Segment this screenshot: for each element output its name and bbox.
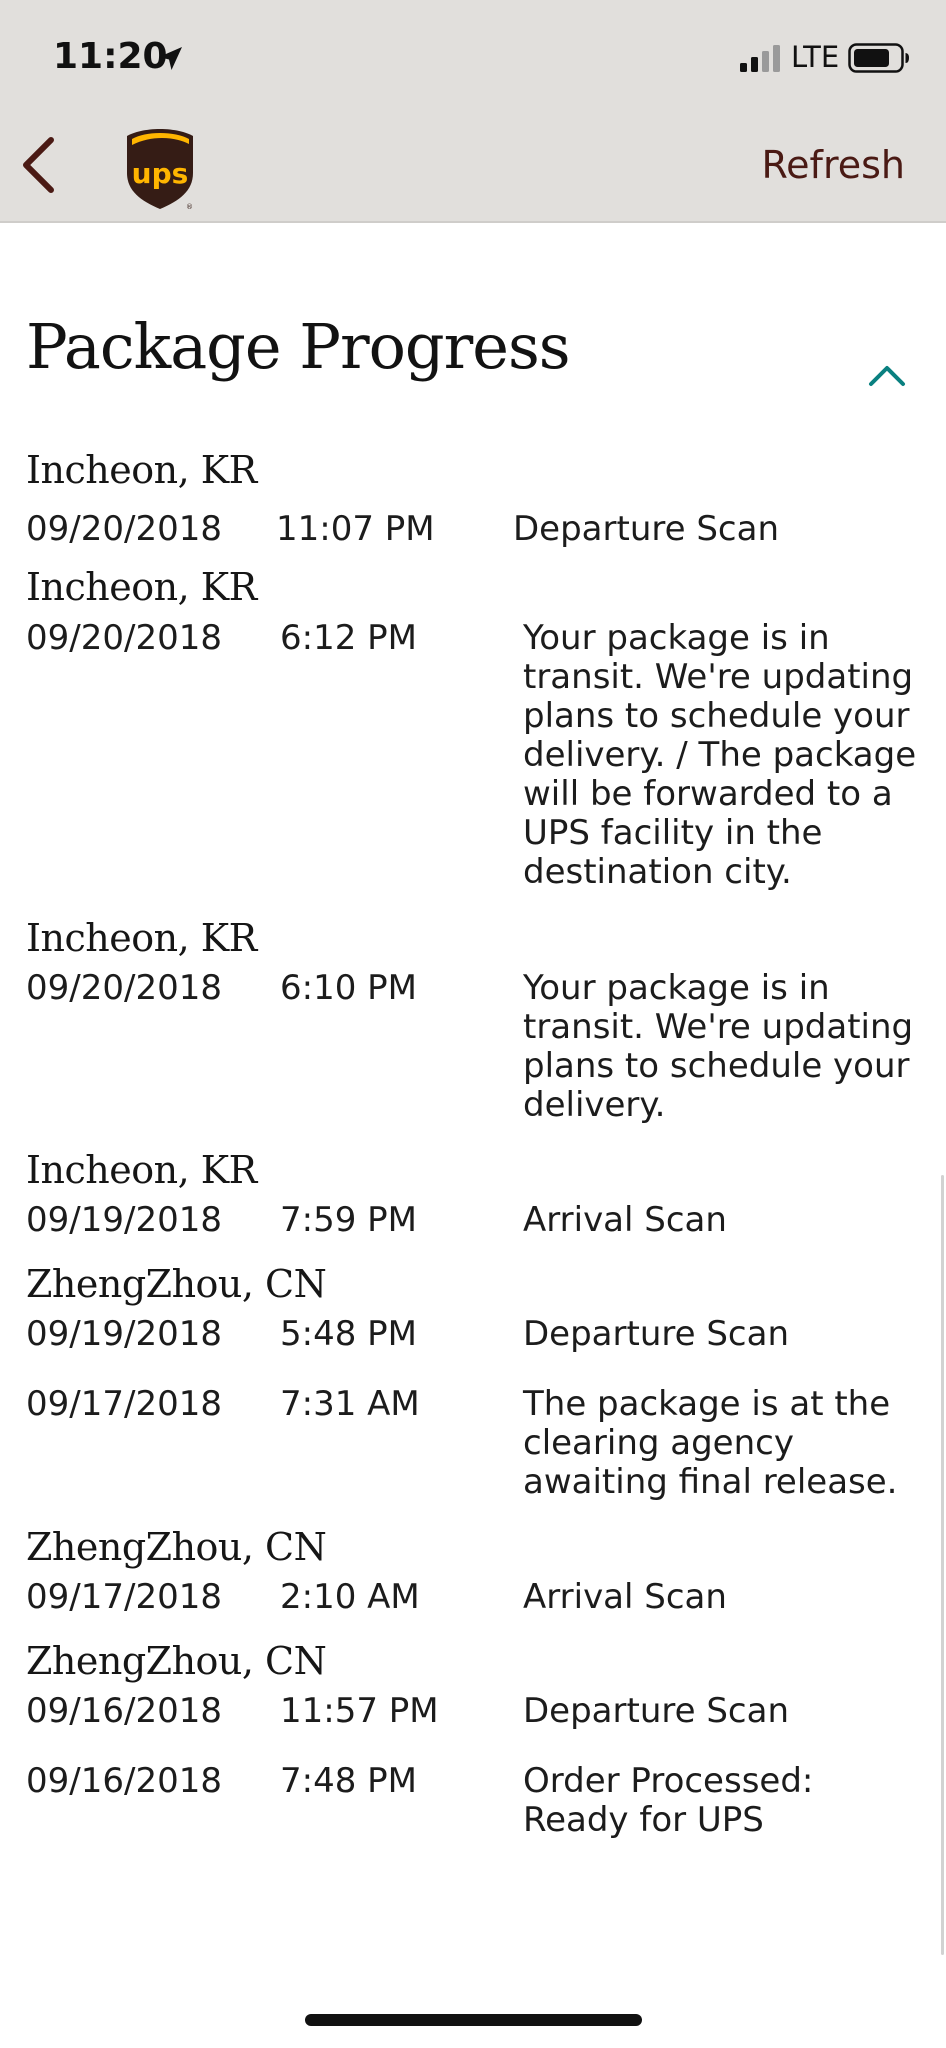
event-time: 7:31 AM [280, 1384, 420, 1424]
event-time: 7:59 PM [280, 1200, 417, 1240]
location-arrow-icon [159, 47, 182, 70]
battery-icon [848, 43, 909, 73]
event-time: 2:10 AM [280, 1577, 420, 1617]
event-location: ZhengZhou, CN [26, 1639, 327, 1683]
event-time: 11:07 PM [276, 509, 435, 549]
event-date: 09/16/2018 [26, 1761, 222, 1801]
event-time: 6:10 PM [280, 968, 417, 1008]
event-time: 5:48 PM [280, 1314, 417, 1354]
chevron-up-icon[interactable] [868, 362, 906, 388]
network-type: LTE [791, 40, 840, 74]
event-description: Order Processed: Ready for UPS [523, 1761, 814, 1840]
svg-text:®: ® [186, 203, 193, 211]
event-description: Arrival Scan [523, 1200, 727, 1240]
event-description: Arrival Scan [523, 1577, 727, 1617]
event-location: Incheon, KR [26, 448, 257, 492]
event-time: 6:12 PM [280, 618, 417, 658]
event-date: 09/20/2018 [26, 509, 222, 549]
cellular-signal-icon [740, 45, 780, 72]
top-bar: 11:20 LTE ups ® Refresh [0, 0, 946, 223]
event-date: 09/16/2018 [26, 1691, 222, 1731]
event-location: Incheon, KR [26, 1148, 257, 1192]
event-time: 11:57 PM [280, 1691, 439, 1731]
event-description: Your package is in transit. We're updati… [523, 968, 914, 1125]
event-description: Departure Scan [523, 1314, 789, 1354]
event-date: 09/20/2018 [26, 968, 222, 1008]
page-title: Package Progress [26, 310, 571, 383]
event-date: 09/19/2018 [26, 1314, 222, 1354]
event-date: 09/19/2018 [26, 1200, 222, 1240]
scrollbar[interactable] [941, 1175, 944, 1955]
event-description: The package is at the clearing agency aw… [523, 1384, 898, 1502]
event-description: Departure Scan [523, 1691, 789, 1731]
ups-logo: ups ® [127, 129, 193, 211]
event-date: 09/17/2018 [26, 1577, 222, 1617]
status-time: 11:20 [53, 36, 168, 77]
back-chevron-icon[interactable] [18, 136, 58, 194]
event-location: Incheon, KR [26, 565, 257, 609]
event-location: Incheon, KR [26, 916, 257, 960]
event-date: 09/20/2018 [26, 618, 222, 658]
event-description: Departure Scan [513, 509, 779, 549]
home-indicator[interactable] [305, 2014, 642, 2026]
event-date: 09/17/2018 [26, 1384, 222, 1424]
event-location: ZhengZhou, CN [26, 1262, 327, 1306]
event-location: ZhengZhou, CN [26, 1525, 327, 1569]
event-description: Your package is in transit. We're updati… [523, 618, 917, 892]
event-time: 7:48 PM [280, 1761, 417, 1801]
refresh-button[interactable]: Refresh [761, 143, 905, 187]
svg-text:ups: ups [132, 157, 189, 190]
